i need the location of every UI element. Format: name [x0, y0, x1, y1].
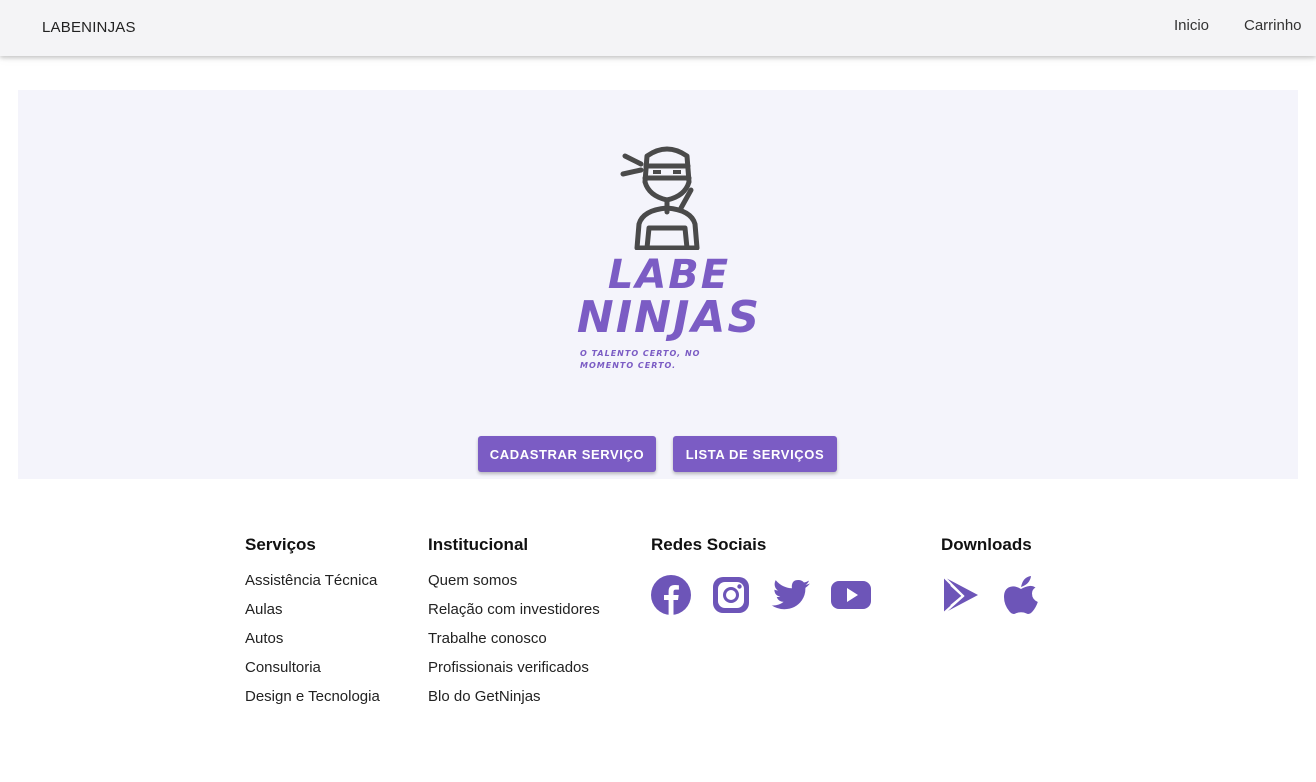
footer-redes-title: Redes Sociais	[651, 535, 767, 554]
logo-tagline: O TALENTO CERTO, NO MOMENTO CERTO.	[580, 349, 701, 370]
footer-column-institucional: Institucional Quem somos Relação com inv…	[428, 535, 600, 717]
footer-link-design-tecnologia[interactable]: Design e Tecnologia	[245, 688, 380, 717]
instagram-icon[interactable]	[711, 575, 751, 615]
footer-servicos-list: Assistência Técnica Aulas Autos Consulto…	[245, 572, 380, 717]
footer-institucional-list: Quem somos Relação com investidores Trab…	[428, 572, 600, 717]
lista-de-servicos-button[interactable]: LISTA DE SERVIÇOS	[673, 436, 837, 472]
download-icons-row	[941, 575, 1061, 615]
footer-downloads-title: Downloads	[941, 535, 1032, 554]
footer-link-blog[interactable]: Blo do GetNinjas	[428, 688, 600, 717]
youtube-icon[interactable]	[831, 575, 871, 615]
nav-carrinho-link[interactable]: Carrinho	[1244, 17, 1302, 34]
app-bar: LABENINJAS Inicio Carrinho	[0, 0, 1316, 56]
twitter-icon[interactable]	[771, 575, 811, 615]
footer-column-downloads: Downloads	[941, 535, 1038, 614]
footer-column-servicos: Serviços Assistência Técnica Aulas Autos…	[245, 535, 380, 717]
cadastrar-servico-button[interactable]: CADASTRAR SERVIÇO	[478, 436, 656, 472]
footer-link-aulas[interactable]: Aulas	[245, 601, 380, 630]
footer-column-redes-sociais: Redes Sociais	[651, 535, 871, 615]
ninja-mascot-icon	[620, 146, 700, 250]
footer-link-assistencia-tecnica[interactable]: Assistência Técnica	[245, 572, 380, 601]
footer-link-profissionais-verificados[interactable]: Profissionais verificados	[428, 659, 600, 688]
labeninjas-logo: LABE NINJAS O TALENTO CERTO, NO MOMENTO …	[574, 140, 764, 380]
facebook-icon[interactable]	[651, 575, 691, 615]
google-play-icon[interactable]	[941, 575, 981, 615]
footer-link-relacao-investidores[interactable]: Relação com investidores	[428, 601, 600, 630]
brand-title[interactable]: LABENINJAS	[42, 19, 136, 36]
nav-inicio-link[interactable]: Inicio	[1174, 17, 1209, 34]
logo-word-ninjas: NINJAS	[576, 292, 762, 343]
social-icons-row	[651, 575, 891, 615]
footer-institucional-title: Institucional	[428, 535, 529, 554]
footer-link-trabalhe-conosco[interactable]: Trabalhe conosco	[428, 630, 600, 659]
footer-link-autos[interactable]: Autos	[245, 630, 380, 659]
footer-link-consultoria[interactable]: Consultoria	[245, 659, 380, 688]
footer-servicos-title: Serviços	[245, 535, 316, 554]
apple-icon[interactable]	[1001, 575, 1041, 615]
hero-section: LABE NINJAS O TALENTO CERTO, NO MOMENTO …	[18, 90, 1298, 479]
footer-link-quem-somos[interactable]: Quem somos	[428, 572, 600, 601]
